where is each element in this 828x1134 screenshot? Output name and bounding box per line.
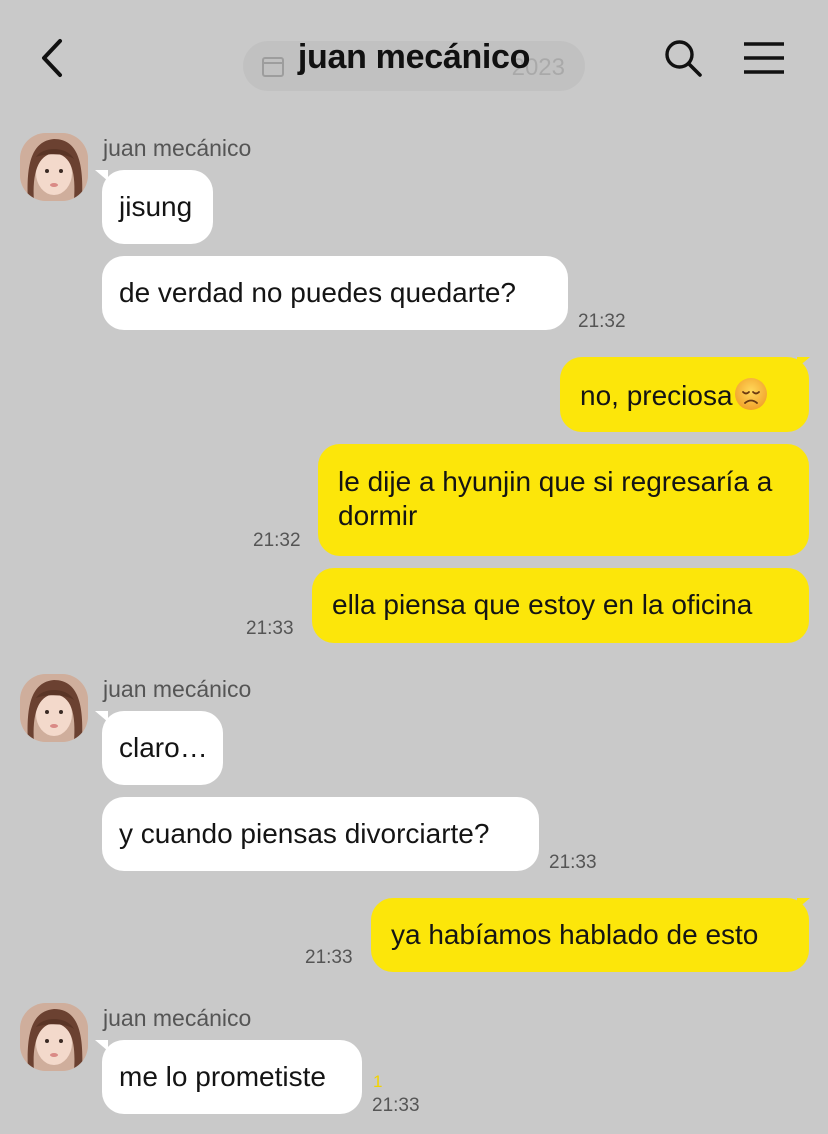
- sender-name: juan mecánico: [103, 1005, 252, 1031]
- sender-name: juan mecánico: [103, 676, 252, 702]
- message-time: 21:33: [305, 947, 353, 968]
- message-time: 21:33: [372, 1095, 420, 1116]
- hamburger-menu-icon: [744, 42, 784, 74]
- message-time: 21:32: [578, 311, 626, 332]
- message-bubble-incoming[interactable]: y cuando piensas divorciarte?: [102, 797, 539, 871]
- message-time: 21:33: [246, 618, 294, 639]
- message-text: no, preciosa: [580, 380, 733, 411]
- message-bubble-incoming[interactable]: jisung: [102, 170, 213, 244]
- message-bubble-outgoing[interactable]: no, preciosa: [560, 357, 809, 432]
- disappointed-face-icon: [734, 378, 767, 410]
- message-bubble-incoming[interactable]: de verdad no puedes quedarte?: [102, 256, 568, 330]
- avatar[interactable]: [20, 1003, 88, 1071]
- search-button[interactable]: [663, 38, 703, 78]
- avatar[interactable]: [20, 674, 88, 742]
- chat-title: juan mecánico: [297, 38, 531, 76]
- message-bubble-incoming[interactable]: claro…: [102, 711, 223, 785]
- search-icon: [665, 40, 702, 77]
- chat-header: 2023 juan mecánico: [0, 0, 828, 116]
- avatar[interactable]: [20, 133, 88, 201]
- message-bubble-outgoing[interactable]: le dije a hyunjin que si regresaría a do…: [318, 444, 809, 556]
- message-time: 21:33: [549, 852, 597, 873]
- sender-name: juan mecánico: [103, 135, 252, 161]
- message-bubble-outgoing[interactable]: ella piensa que estoy en la oficina: [312, 568, 809, 643]
- unread-count: 1: [373, 1072, 383, 1091]
- message-time: 21:32: [253, 530, 301, 551]
- message-bubble-outgoing[interactable]: ya habíamos hablado de esto: [371, 898, 809, 972]
- menu-button[interactable]: [743, 42, 785, 74]
- message-bubble-incoming[interactable]: me lo prometiste: [102, 1040, 362, 1114]
